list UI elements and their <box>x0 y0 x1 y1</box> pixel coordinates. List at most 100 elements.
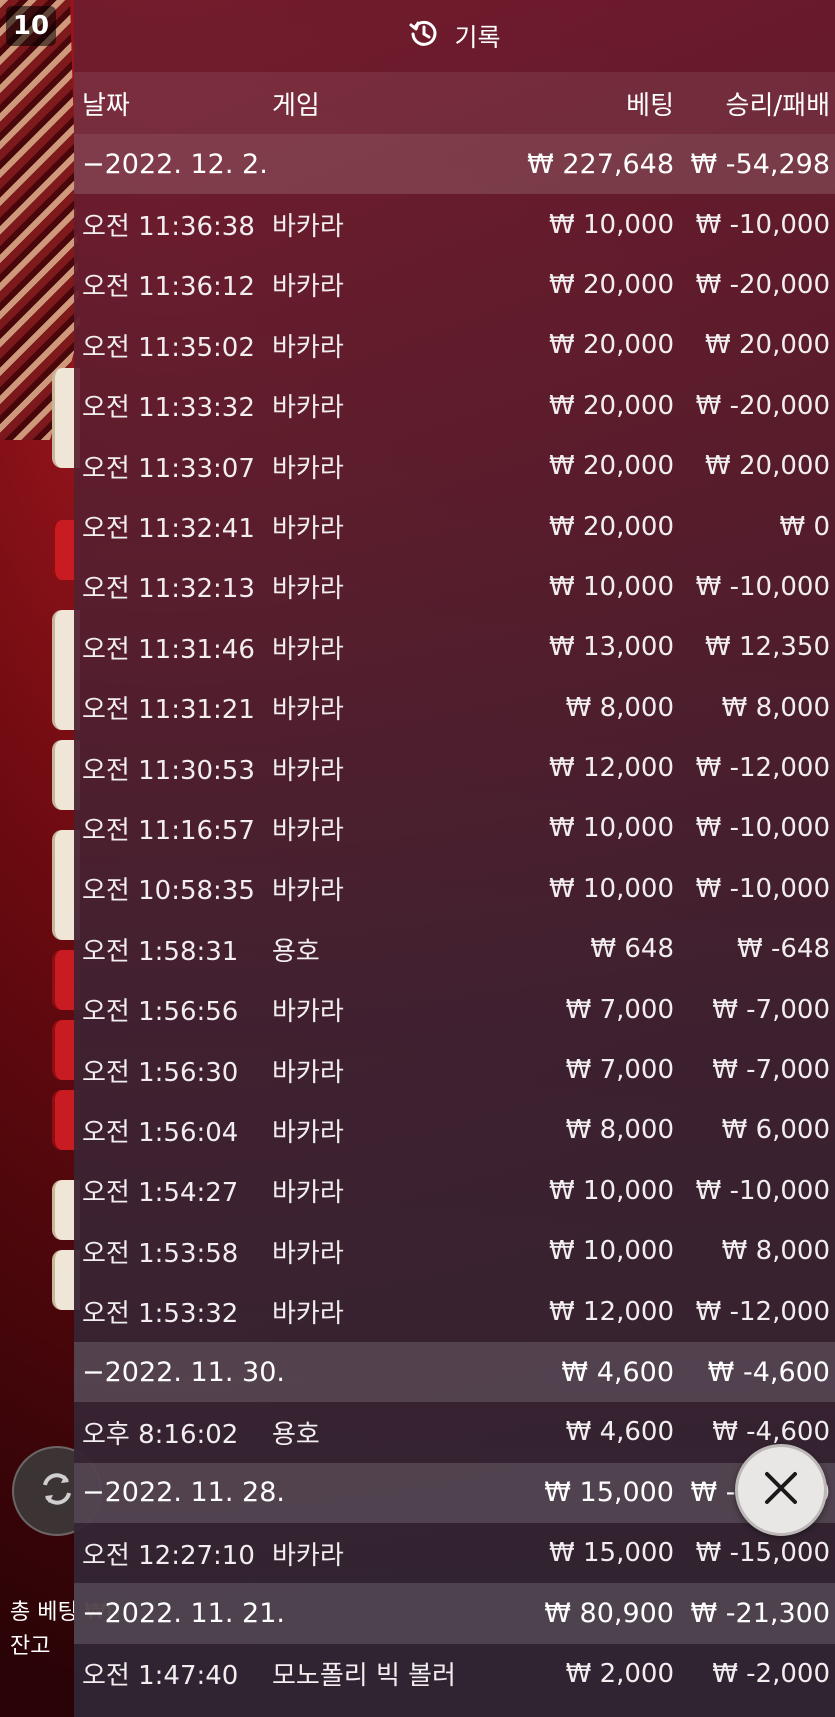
cell-game: 바카라 <box>272 634 344 665</box>
cell-game: 바카라 <box>272 1057 344 1088</box>
cell-date: 오전 1:53:58 <box>82 1238 239 1269</box>
cell-winloss: ₩ -4,600 <box>712 1417 830 1448</box>
date-group-row[interactable]: −2022. 11. 30. ₩ 4,600 ₩ -4,600 <box>74 1341 835 1403</box>
table-row: 오후 8:16:02 용호 ₩ 4,600 ₩ -4,600 <box>74 1402 835 1462</box>
date-group-row[interactable]: −2022. 11. 28.₩ 15,000₩ -15,000 <box>74 1462 835 1523</box>
round-number-badge: 10 <box>6 6 56 46</box>
table-row: 오전 1:47:40 모노폴리 빅 볼러 ₩ 2,000 ₩ -2,000 <box>74 1644 835 1704</box>
close-button[interactable] <box>735 1444 827 1536</box>
cell-bet: ₩ 12,000 <box>549 753 674 784</box>
cell-bet: ₩ 10,000 <box>549 813 674 844</box>
cell-date: 오전 1:54:27 <box>82 1178 239 1209</box>
cell-winloss: ₩ 8,000 <box>721 1236 830 1267</box>
cell-winloss: ₩ -12,000 <box>695 753 830 784</box>
cell-bet: ₩ 20,000 <box>549 511 674 542</box>
cell-date: −2022. 11. 30. <box>82 1356 285 1388</box>
history-icon <box>408 17 440 55</box>
table-row: 오전 1:58:31 용호 ₩ 648 ₩ -648 <box>74 919 835 979</box>
cell-game: 바카라 <box>272 272 344 303</box>
cell-winloss: ₩ -4,600 <box>707 1356 830 1388</box>
cell-bet: ₩ 15,000 <box>549 1538 674 1569</box>
column-header-game: 게임 <box>272 90 320 121</box>
table-row: 오전 1:53:32 바카라 ₩ 12,000 ₩ -12,000 <box>74 1281 835 1341</box>
cell-date: 오전 1:53:32 <box>82 1299 239 1330</box>
cell-bet: ₩ 7,000 <box>565 1055 674 1086</box>
cell-date: 오전 11:33:32 <box>82 393 255 424</box>
cell-bet: ₩ 2,000 <box>565 1658 674 1689</box>
cell-date: 오전 1:56:04 <box>82 1117 239 1148</box>
cell-bet: ₩ 4,600 <box>565 1417 674 1448</box>
cell-winloss: ₩ -20,000 <box>695 390 830 421</box>
balance-label: 잔고 <box>10 1634 51 1659</box>
cell-game: 바카라 <box>272 1540 344 1571</box>
cell-date: 오전 1:47:40 <box>82 1661 239 1692</box>
cell-winloss: ₩ -648 <box>737 934 830 965</box>
cell-date: −2022. 11. 28. <box>82 1477 285 1509</box>
cell-winloss: ₩ -15,000 <box>695 1538 830 1569</box>
cell-winloss: ₩ -10,000 <box>695 873 830 904</box>
cell-game: 바카라 <box>272 1117 344 1148</box>
cell-bet: ₩ 20,000 <box>549 390 674 421</box>
cell-bet: ₩ 10,000 <box>549 1236 674 1267</box>
cell-winloss: ₩ 8,000 <box>721 692 830 723</box>
cell-date: 오전 11:30:53 <box>82 755 255 786</box>
cell-bet: ₩ 20,000 <box>549 451 674 482</box>
cell-date: −2022. 12. 2. <box>82 148 268 180</box>
column-header-bet: 베팅 <box>626 90 674 121</box>
date-group-row[interactable]: −2022. 12. 2. ₩ 227,648 ₩ -54,298 <box>74 134 835 195</box>
cell-bet: ₩ 13,000 <box>549 632 674 663</box>
cell-game: 바카라 <box>272 453 344 484</box>
cell-bet: ₩ 7,000 <box>565 994 674 1025</box>
cell-date: 오전 1:58:31 <box>82 936 239 967</box>
refresh-icon <box>35 1467 79 1515</box>
cell-winloss: ₩ -10,000 <box>695 571 830 602</box>
history-list[interactable]: −2022. 12. 2. ₩ 227,648 ₩ -54,298 오전 11:36:… <box>74 134 835 1704</box>
column-header-date: 날짜 <box>82 90 130 121</box>
cell-bet: ₩ 10,000 <box>549 209 674 240</box>
cell-game: 용호 <box>272 1419 320 1450</box>
table-row: 오전 11:36:12 바카라 ₩ 20,000 ₩ -20,000 <box>74 255 835 315</box>
cell-game: 바카라 <box>272 695 344 726</box>
table-row: 오전 11:33:32 바카라 ₩ 20,000 ₩ -20,000 <box>74 376 835 436</box>
cell-winloss: ₩ -21,300 <box>690 1598 831 1630</box>
cell-bet: ₩ 648 <box>590 934 674 965</box>
cell-date: 오전 11:36:38 <box>82 212 255 243</box>
cell-bet: ₩ 4,600 <box>561 1356 674 1388</box>
cell-date: 오전 11:16:57 <box>82 815 255 846</box>
cell-bet: ₩ 80,900 <box>544 1598 674 1630</box>
cell-winloss: ₩ -10,000 <box>695 209 830 240</box>
cell-game: 바카라 <box>272 1299 344 1330</box>
cell-game: 용호 <box>272 936 320 967</box>
cell-winloss: ₩ -2,000 <box>712 1658 830 1689</box>
table-row: 오전 1:53:58 바카라 ₩ 10,000 ₩ 8,000 <box>74 1221 835 1281</box>
cell-date: −2022. 11. 21. <box>82 1598 285 1630</box>
cell-winloss: ₩ -7,000 <box>712 994 830 1025</box>
cell-winloss: ₩ 12,350 <box>705 632 830 663</box>
panel-header: 기록 <box>74 0 835 72</box>
cell-date: 오후 8:16:02 <box>82 1419 239 1450</box>
cell-game: 바카라 <box>272 876 344 907</box>
cell-winloss: ₩ 6,000 <box>721 1115 830 1146</box>
cell-game: 바카라 <box>272 815 344 846</box>
cell-game: 바카라 <box>272 1178 344 1209</box>
cell-bet: ₩ 12,000 <box>549 1296 674 1327</box>
cell-winloss: ₩ -20,000 <box>695 269 830 300</box>
cell-bet: ₩ 8,000 <box>565 692 674 723</box>
cell-date: 오전 11:35:02 <box>82 332 255 363</box>
table-row: 오전 11:16:57 바카라 ₩ 10,000 ₩ -10,000 <box>74 798 835 858</box>
cell-winloss: ₩ -12,000 <box>695 1296 830 1327</box>
cell-date: 오전 12:27:10 <box>82 1540 255 1571</box>
cell-game: 바카라 <box>272 755 344 786</box>
cell-date: 오전 11:36:12 <box>82 272 255 303</box>
cell-date: 오전 11:31:46 <box>82 634 255 665</box>
table-row: 오전 11:35:02 바카라 ₩ 20,000 ₩ 20,000 <box>74 315 835 375</box>
cell-game: 바카라 <box>272 997 344 1028</box>
table-row: 오전 11:32:41 바카라 ₩ 20,000 ₩ 0 <box>74 496 835 556</box>
history-panel: 기록 날짜 게임 베팅 승리/패배 −2022. 12. 2. ₩ 227,648… <box>74 0 835 1717</box>
table-header: 날짜 게임 베팅 승리/패배 <box>74 72 835 134</box>
date-group-row[interactable]: −2022. 11. 21. ₩ 80,900 ₩ -21,300 <box>74 1583 835 1644</box>
cell-bet: ₩ 10,000 <box>549 1175 674 1206</box>
table-row: 오전 12:27:10 바카라 ₩ 15,000 ₩ -15,000 <box>74 1523 835 1583</box>
cell-game: 바카라 <box>272 514 344 545</box>
cell-bet: ₩ 20,000 <box>549 330 674 361</box>
